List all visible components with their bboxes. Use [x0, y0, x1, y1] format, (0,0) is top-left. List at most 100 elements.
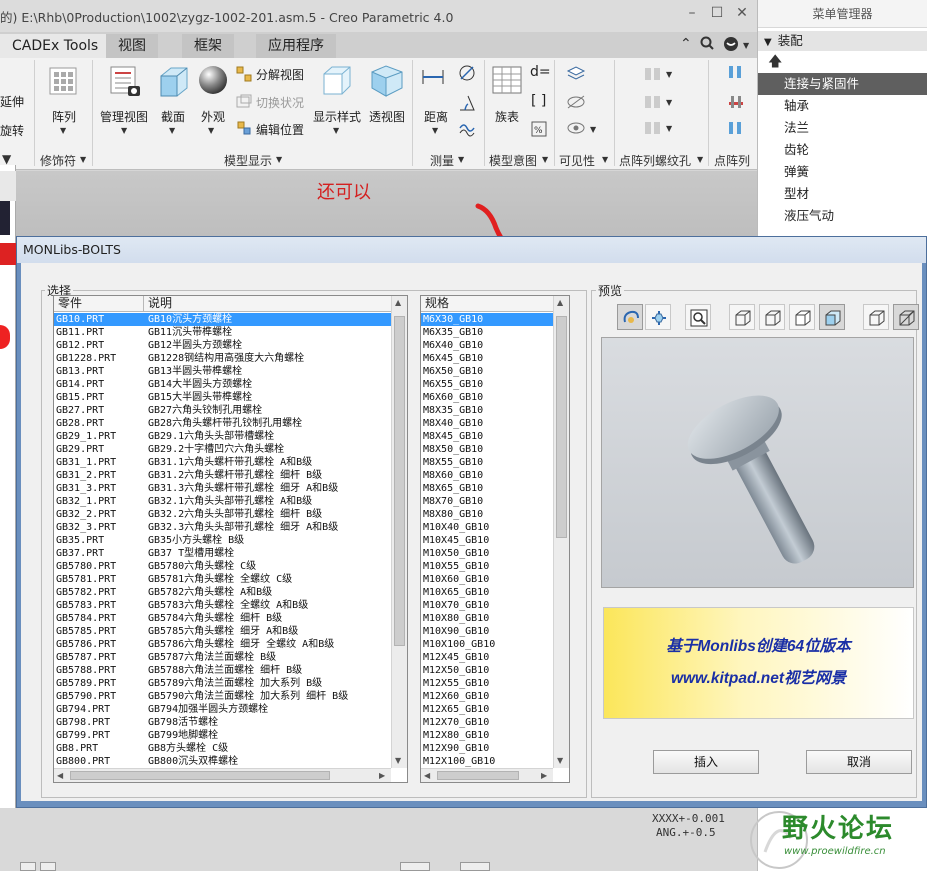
parts-row[interactable]: GB5787.PRT GB5787六角法兰面螺栓 B级	[54, 651, 391, 664]
distance-label[interactable]: 距离	[424, 108, 448, 125]
pan-icon[interactable]	[645, 304, 671, 330]
spec-row[interactable]: M10X70_GB10	[421, 599, 553, 612]
parts-row[interactable]: GB800.PRT GB800沉头双榫螺栓	[54, 755, 391, 768]
spec-row[interactable]: M10X65_GB10	[421, 586, 553, 599]
spec-row[interactable]: M8X55_GB10	[421, 456, 553, 469]
scroll-down-icon[interactable]: ▼	[395, 756, 401, 765]
menu-item-flanges[interactable]: 法兰	[758, 117, 927, 139]
parts-header-description[interactable]: 说明	[144, 296, 392, 312]
model-display-group-label[interactable]: 模型显示	[224, 152, 272, 169]
search-icon[interactable]	[700, 36, 714, 54]
spec-row[interactable]: M12X80_GB10	[421, 729, 553, 742]
close-button[interactable]: ✕	[733, 4, 751, 22]
point-array-icon-3[interactable]	[644, 120, 662, 136]
spec-row[interactable]: M6X40_GB10	[421, 339, 553, 352]
parts-row[interactable]: GB5784.PRT GB5784六角头螺栓 细杆 B级	[54, 612, 391, 625]
menu-item-gears[interactable]: 齿轮	[758, 139, 927, 161]
parts-scroll-thumb[interactable]	[394, 316, 405, 646]
spec-row[interactable]: M12X90_GB10	[421, 742, 553, 755]
spec-row[interactable]: M12X55_GB10	[421, 677, 553, 690]
parts-horizontal-scrollbar[interactable]: ◀ ▶	[54, 768, 391, 782]
spec-scroll-thumb[interactable]	[556, 316, 567, 538]
parameters-icon[interactable]: [ ]	[531, 93, 546, 109]
spec-row[interactable]: M12X45_GB10	[421, 651, 553, 664]
scroll-down-icon[interactable]: ▼	[557, 756, 563, 765]
insert-button[interactable]: 插入	[653, 750, 759, 774]
perspective-icon[interactable]	[370, 64, 404, 98]
array-label[interactable]: 阵列	[52, 108, 76, 125]
close-icon[interactable]	[0, 243, 16, 265]
spec-row[interactable]: M8X50_GB10	[421, 443, 553, 456]
diameter-icon[interactable]	[458, 64, 476, 82]
spec-row[interactable]: M10X40_GB10	[421, 521, 553, 534]
spec-row[interactable]: M6X60_GB10	[421, 391, 553, 404]
spec-row[interactable]: M12X70_GB10	[421, 716, 553, 729]
switch-dimension-icon[interactable]: %	[531, 121, 547, 137]
angle-icon[interactable]	[458, 94, 476, 112]
point-array-icon-5[interactable]	[727, 94, 745, 110]
spec-vertical-scrollbar[interactable]: ▲ ▼	[553, 296, 569, 768]
spec-row[interactable]: M10X90_GB10	[421, 625, 553, 638]
left-group-partial[interactable]: ▼	[2, 152, 11, 166]
relations-icon[interactable]: d=	[530, 64, 551, 80]
point-array-icon-1[interactable]	[644, 66, 662, 82]
parts-hscroll-thumb[interactable]	[70, 771, 330, 780]
modifier-group-label[interactable]: 修饰符	[40, 152, 76, 169]
curve-icon[interactable]	[458, 120, 476, 138]
menu-header-assembly[interactable]: ▼ 装配	[758, 31, 927, 51]
parts-row[interactable]: GB11.PRT GB11沉头带榫螺栓	[54, 326, 391, 339]
parts-row[interactable]: GB13.PRT GB13半圆头带榫螺栓	[54, 365, 391, 378]
rotate-label[interactable]: 旋转	[0, 122, 24, 139]
point-array-group-label[interactable]: 点阵列	[714, 152, 750, 169]
scroll-left-icon[interactable]: ◀	[57, 771, 63, 780]
parts-vertical-scrollbar[interactable]: ▲ ▼	[391, 296, 407, 768]
parts-row[interactable]: GB31_1.PRT GB31.1六角头螺杆带孔螺栓 A和B级	[54, 456, 391, 469]
dialog-titlebar[interactable]: MONLibs-BOLTS	[17, 237, 926, 263]
measure-group-label[interactable]: 测量	[430, 152, 454, 169]
arrow-up-icon[interactable]: 🡅	[758, 51, 927, 73]
parts-row[interactable]: GB5788.PRT GB5788六角法兰面螺栓 细杆 B级	[54, 664, 391, 677]
hide-icon[interactable]	[566, 94, 586, 110]
parts-row[interactable]: GB31_2.PRT GB31.2六角头螺杆带孔螺栓 细杆 B级	[54, 469, 391, 482]
parts-row[interactable]: GB28.PRT GB28六角头螺杆带孔铰制孔用螺栓	[54, 417, 391, 430]
parts-row[interactable]: GB29.PRT GB29.2十字槽凹穴六角头螺栓	[54, 443, 391, 456]
zoom-icon[interactable]	[685, 304, 711, 330]
hidden-line-icon[interactable]	[759, 304, 785, 330]
parts-row[interactable]: GB12.PRT GB12半圆头方颈螺栓	[54, 339, 391, 352]
spec-row[interactable]: M12X60_GB10	[421, 690, 553, 703]
parts-row[interactable]: GB798.PRT GB798活节螺栓	[54, 716, 391, 729]
menu-item-hydraulic[interactable]: 液压气动	[758, 205, 927, 227]
parts-row[interactable]: GB1228.PRT GB1228钢结构用高强度大六角螺栓	[54, 352, 391, 365]
menu-item-profiles[interactable]: 型材	[758, 183, 927, 205]
preview-viewport[interactable]	[601, 337, 914, 588]
spec-row[interactable]: M6X45_GB10	[421, 352, 553, 365]
spec-row[interactable]: M8X70_GB10	[421, 495, 553, 508]
point-array-icon-4[interactable]	[727, 64, 745, 80]
parts-row[interactable]: GB29_1.PRT GB29.1六角头头部带槽螺栓	[54, 430, 391, 443]
parts-row[interactable]: GB32_2.PRT GB32.2六角头头部带孔螺栓 细杆 B级	[54, 508, 391, 521]
parts-row[interactable]: GB5785.PRT GB5785六角头螺栓 细牙 A和B级	[54, 625, 391, 638]
spec-row[interactable]: M10X50_GB10	[421, 547, 553, 560]
parts-row[interactable]: GB10.PRT GB10沉头方颈螺栓	[54, 313, 391, 326]
spec-row[interactable]: M8X35_GB10	[421, 404, 553, 417]
wireframe-icon[interactable]	[729, 304, 755, 330]
spec-row[interactable]: M6X35_GB10	[421, 326, 553, 339]
spin-icon[interactable]	[617, 304, 643, 330]
cancel-button[interactable]: 取消	[806, 750, 912, 774]
shaded-icon[interactable]	[819, 304, 845, 330]
tab-applications[interactable]: 应用程序	[256, 34, 336, 58]
parts-row[interactable]: GB37.PRT GB37 T型槽用螺栓	[54, 547, 391, 560]
spec-row[interactable]: M6X55_GB10	[421, 378, 553, 391]
tab-view[interactable]: 视图	[106, 34, 158, 58]
parts-row[interactable]: GB5790.PRT GB5790六角法兰面螺栓 加大系列 细杆 B级	[54, 690, 391, 703]
chevron-down-icon[interactable]: ▼	[743, 41, 749, 50]
spec-row[interactable]: M12X50_GB10	[421, 664, 553, 677]
model-intent-group-label[interactable]: 模型意图	[489, 152, 537, 169]
parts-row[interactable]: GB794.PRT GB794加强半圆头方颈螺栓	[54, 703, 391, 716]
minimize-button[interactable]: –	[683, 4, 701, 22]
spec-row[interactable]: M6X50_GB10	[421, 365, 553, 378]
tab-cadex-tools[interactable]: CADEx Tools	[0, 34, 111, 58]
spec-row[interactable]: M8X80_GB10	[421, 508, 553, 521]
status-icon-1[interactable]	[20, 862, 36, 871]
parts-header-part[interactable]: 零件	[54, 296, 144, 312]
